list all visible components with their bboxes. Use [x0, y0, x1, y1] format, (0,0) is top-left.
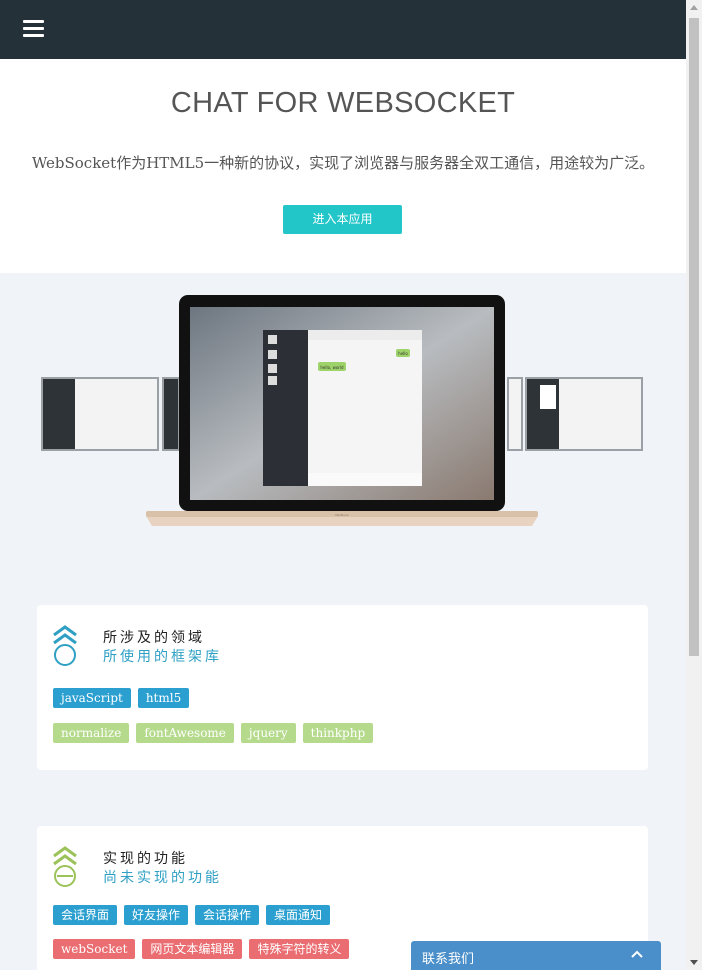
scroll-up-arrow-icon[interactable] — [686, 0, 702, 16]
app-preview-showcase: hello, world hello MacBook — [0, 273, 686, 573]
contact-us-label: 联系我们 — [422, 952, 475, 967]
tag-chat-ui[interactable]: 会话界面 — [53, 905, 118, 925]
todo-feature-tags: webSocket 网页文本编辑器 特殊字符的转义 — [53, 939, 350, 959]
done-feature-tags: 会话界面 好友操作 会话操作 桌面通知 — [53, 905, 331, 925]
tag-jquery[interactable]: jquery — [240, 723, 296, 743]
tag-desktop-notify[interactable]: 桌面通知 — [266, 905, 331, 925]
hamburger-menu-icon[interactable] — [23, 20, 44, 38]
primary-tags: javaScript html5 — [53, 688, 190, 708]
mini-chat-bubble-right: hello — [398, 351, 408, 356]
laptop-brand-label: MacBook — [335, 513, 349, 517]
scroll-down-arrow-icon[interactable] — [686, 954, 702, 970]
hero-description: WebSocket作为HTML5一种新的协议，实现了浏览器与服务器全双工通信，用… — [31, 154, 655, 172]
mini-chat-bubble-left: hello, world — [320, 365, 344, 370]
tag-normalize[interactable]: normalize — [53, 723, 130, 743]
hero-section: CHAT FOR WEBSOCKET WebSocket作为HTML5一种新的协… — [0, 59, 686, 273]
tag-friend-ops[interactable]: 好友操作 — [124, 905, 189, 925]
tag-rich-text-editor[interactable]: 网页文本编辑器 — [142, 939, 243, 959]
enter-app-button[interactable]: 进入本应用 — [283, 205, 402, 234]
tag-websocket[interactable]: webSocket — [53, 939, 136, 959]
scrollbar-thumb[interactable] — [689, 18, 699, 656]
tag-thinkphp[interactable]: thinkphp — [302, 723, 374, 743]
page: CHAT FOR WEBSOCKET WebSocket作为HTML5一种新的协… — [0, 0, 686, 970]
tag-session-ops[interactable]: 会话操作 — [195, 905, 260, 925]
contact-us-bar[interactable]: 联系我们 — [411, 941, 661, 970]
secondary-tags: normalize fontAwesome jquery thinkphp — [53, 723, 374, 743]
top-navbar — [0, 0, 686, 59]
tag-html5[interactable]: html5 — [137, 688, 190, 708]
domains-card: 所涉及的领域 所使用的框架库 javaScript html5 normaliz… — [37, 605, 648, 770]
laptop: hello, world hello MacBook — [146, 295, 538, 526]
page-title: CHAT FOR WEBSOCKET — [170, 87, 516, 119]
chevron-up-circle-icon — [53, 846, 77, 887]
vertical-scrollbar[interactable] — [686, 0, 702, 970]
card-subtitle: 所使用的框架库 — [103, 649, 222, 665]
laptop-preview-image: hello, world hello MacBook — [41, 295, 643, 526]
chevron-up-circle-icon — [53, 625, 77, 666]
chevron-up-icon[interactable] — [631, 950, 643, 958]
tag-fontawesome[interactable]: fontAwesome — [136, 723, 234, 743]
card-title: 实现的功能 — [103, 851, 188, 867]
tag-javascript[interactable]: javaScript — [53, 688, 131, 708]
card-title: 所涉及的领域 — [103, 630, 205, 646]
side-screen-left — [41, 377, 180, 451]
card-subtitle: 尚未实现的功能 — [103, 870, 222, 886]
side-screen-right — [507, 377, 643, 451]
tag-char-escape[interactable]: 特殊字符的转义 — [249, 939, 350, 959]
